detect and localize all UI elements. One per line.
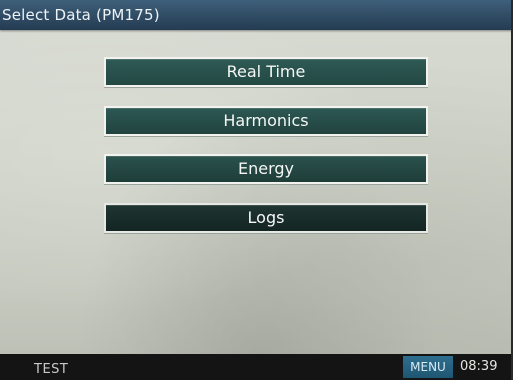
title-bar: Select Data (PM175) <box>0 0 513 30</box>
logs-button[interactable]: Logs <box>104 203 428 233</box>
clock: 08:39 <box>460 359 498 374</box>
device-screen: Select Data (PM175) Real Time Harmonics … <box>0 0 513 380</box>
status-text: TEST <box>34 362 69 377</box>
energy-button[interactable]: Energy <box>104 154 428 184</box>
window-title: Select Data (PM175) <box>2 6 160 24</box>
status-bar: TEST MENU 08:39 <box>0 354 513 380</box>
menu-key-button[interactable]: MENU <box>403 356 453 378</box>
harmonics-button[interactable]: Harmonics <box>104 106 428 136</box>
real-time-button[interactable]: Real Time <box>104 57 428 87</box>
